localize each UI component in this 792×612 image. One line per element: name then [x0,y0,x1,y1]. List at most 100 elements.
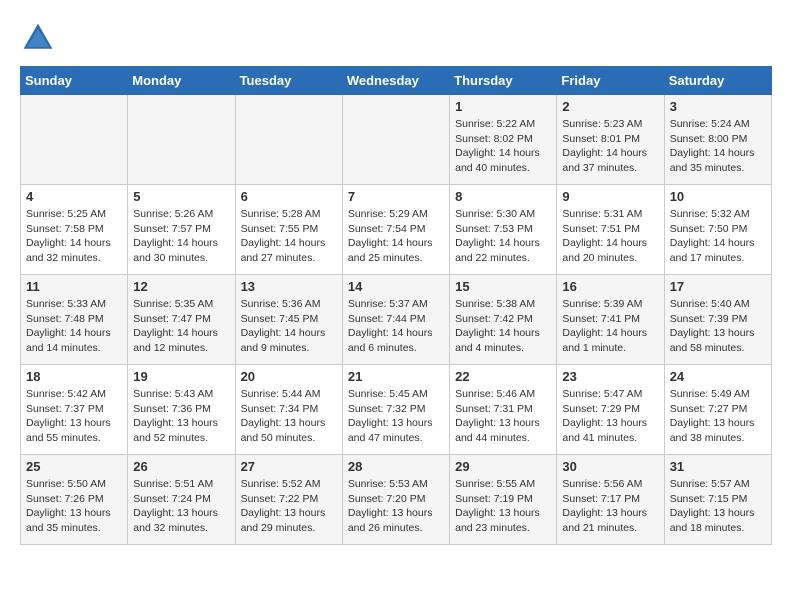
calendar-week-row: 11Sunrise: 5:33 AM Sunset: 7:48 PM Dayli… [21,275,772,365]
cell-content: Sunrise: 5:26 AM Sunset: 7:57 PM Dayligh… [133,207,229,266]
calendar-cell: 28 Sunrise: 5:53 AM Sunset: 7:20 PM Dayli… [342,455,449,545]
day-number: 28 [348,459,444,474]
day-header-tuesday: Tuesday [235,67,342,95]
day-number: 27 [241,459,337,474]
day-number: 1 [455,99,551,114]
calendar-cell: 29 Sunrise: 5:55 AM Sunset: 7:19 PM Dayli… [450,455,557,545]
calendar-cell: 16 Sunrise: 5:39 AM Sunset: 7:41 PM Dayli… [557,275,664,365]
cell-content: Sunrise: 5:35 AM Sunset: 7:47 PM Dayligh… [133,297,229,356]
calendar-cell: 26 Sunrise: 5:51 AM Sunset: 7:24 PM Dayli… [128,455,235,545]
day-number: 6 [241,189,337,204]
day-number: 29 [455,459,551,474]
calendar-week-row: 25 Sunrise: 5:50 AM Sunset: 7:26 PM Dayli… [21,455,772,545]
cell-content: Sunrise: 5:24 AM Sunset: 8:00 PM Dayligh… [670,117,766,176]
day-number: 14 [348,279,444,294]
calendar-table: SundayMondayTuesdayWednesdayThursdayFrid… [20,66,772,545]
day-number: 8 [455,189,551,204]
calendar-cell: 15 Sunrise: 5:38 AM Sunset: 7:42 PM Dayli… [450,275,557,365]
calendar-cell: 1Sunrise: 5:22 AM Sunset: 8:02 PM Daylig… [450,95,557,185]
calendar-cell: 3 Sunrise: 5:24 AM Sunset: 8:00 PM Daylig… [664,95,771,185]
day-number: 19 [133,369,229,384]
cell-content: Sunrise: 5:55 AM Sunset: 7:19 PM Dayligh… [455,477,551,536]
day-number: 7 [348,189,444,204]
day-number: 30 [562,459,658,474]
calendar-cell: 6 Sunrise: 5:28 AM Sunset: 7:55 PM Daylig… [235,185,342,275]
cell-content: Sunrise: 5:53 AM Sunset: 7:20 PM Dayligh… [348,477,444,536]
cell-content: Sunrise: 5:30 AM Sunset: 7:53 PM Dayligh… [455,207,551,266]
day-number: 9 [562,189,658,204]
day-header-saturday: Saturday [664,67,771,95]
cell-content: Sunrise: 5:47 AM Sunset: 7:29 PM Dayligh… [562,387,658,446]
calendar-cell: 21 Sunrise: 5:45 AM Sunset: 7:32 PM Dayli… [342,365,449,455]
calendar-cell: 2 Sunrise: 5:23 AM Sunset: 8:01 PM Daylig… [557,95,664,185]
day-header-thursday: Thursday [450,67,557,95]
day-number: 31 [670,459,766,474]
day-number: 3 [670,99,766,114]
calendar-cell: 25 Sunrise: 5:50 AM Sunset: 7:26 PM Dayli… [21,455,128,545]
calendar-cell: 18 Sunrise: 5:42 AM Sunset: 7:37 PM Dayli… [21,365,128,455]
cell-content: Sunrise: 5:28 AM Sunset: 7:55 PM Dayligh… [241,207,337,266]
day-number: 18 [26,369,122,384]
day-number: 15 [455,279,551,294]
cell-content: Sunrise: 5:51 AM Sunset: 7:24 PM Dayligh… [133,477,229,536]
day-number: 25 [26,459,122,474]
calendar-cell: 22Sunrise: 5:46 AM Sunset: 7:31 PM Dayli… [450,365,557,455]
day-number: 23 [562,369,658,384]
cell-content: Sunrise: 5:37 AM Sunset: 7:44 PM Dayligh… [348,297,444,356]
cell-content: Sunrise: 5:40 AM Sunset: 7:39 PM Dayligh… [670,297,766,356]
cell-content: Sunrise: 5:44 AM Sunset: 7:34 PM Dayligh… [241,387,337,446]
day-number: 20 [241,369,337,384]
calendar-cell [342,95,449,185]
day-number: 4 [26,189,122,204]
day-number: 24 [670,369,766,384]
cell-content: Sunrise: 5:25 AM Sunset: 7:58 PM Dayligh… [26,207,122,266]
logo-icon [20,20,56,56]
day-header-friday: Friday [557,67,664,95]
day-number: 5 [133,189,229,204]
calendar-cell: 4 Sunrise: 5:25 AM Sunset: 7:58 PM Daylig… [21,185,128,275]
calendar-cell: 14 Sunrise: 5:37 AM Sunset: 7:44 PM Dayli… [342,275,449,365]
calendar-cell: 9 Sunrise: 5:31 AM Sunset: 7:51 PM Daylig… [557,185,664,275]
calendar-cell [21,95,128,185]
day-header-monday: Monday [128,67,235,95]
cell-content: Sunrise: 5:38 AM Sunset: 7:42 PM Dayligh… [455,297,551,356]
calendar-week-row: 4 Sunrise: 5:25 AM Sunset: 7:58 PM Daylig… [21,185,772,275]
cell-content: Sunrise: 5:33 AM Sunset: 7:48 PM Dayligh… [26,297,122,356]
calendar-week-row: 1Sunrise: 5:22 AM Sunset: 8:02 PM Daylig… [21,95,772,185]
cell-content: Sunrise: 5:45 AM Sunset: 7:32 PM Dayligh… [348,387,444,446]
day-number: 16 [562,279,658,294]
cell-content: Sunrise: 5:52 AM Sunset: 7:22 PM Dayligh… [241,477,337,536]
day-number: 2 [562,99,658,114]
cell-content: Sunrise: 5:43 AM Sunset: 7:36 PM Dayligh… [133,387,229,446]
cell-content: Sunrise: 5:49 AM Sunset: 7:27 PM Dayligh… [670,387,766,446]
calendar-cell: 10 Sunrise: 5:32 AM Sunset: 7:50 PM Dayli… [664,185,771,275]
calendar-cell: 7 Sunrise: 5:29 AM Sunset: 7:54 PM Daylig… [342,185,449,275]
cell-content: Sunrise: 5:57 AM Sunset: 7:15 PM Dayligh… [670,477,766,536]
calendar-cell: 8 Sunrise: 5:30 AM Sunset: 7:53 PM Daylig… [450,185,557,275]
day-header-sunday: Sunday [21,67,128,95]
cell-content: Sunrise: 5:42 AM Sunset: 7:37 PM Dayligh… [26,387,122,446]
calendar-cell: 12Sunrise: 5:35 AM Sunset: 7:47 PM Dayli… [128,275,235,365]
logo [20,20,60,56]
day-number: 10 [670,189,766,204]
day-number: 21 [348,369,444,384]
calendar-cell: 19 Sunrise: 5:43 AM Sunset: 7:36 PM Dayli… [128,365,235,455]
calendar-cell [235,95,342,185]
cell-content: Sunrise: 5:56 AM Sunset: 7:17 PM Dayligh… [562,477,658,536]
day-number: 26 [133,459,229,474]
calendar-week-row: 18 Sunrise: 5:42 AM Sunset: 7:37 PM Dayli… [21,365,772,455]
calendar-header-row: SundayMondayTuesdayWednesdayThursdayFrid… [21,67,772,95]
cell-content: Sunrise: 5:23 AM Sunset: 8:01 PM Dayligh… [562,117,658,176]
cell-content: Sunrise: 5:36 AM Sunset: 7:45 PM Dayligh… [241,297,337,356]
cell-content: Sunrise: 5:32 AM Sunset: 7:50 PM Dayligh… [670,207,766,266]
calendar-cell: 31 Sunrise: 5:57 AM Sunset: 7:15 PM Dayli… [664,455,771,545]
cell-content: Sunrise: 5:31 AM Sunset: 7:51 PM Dayligh… [562,207,658,266]
calendar-cell [128,95,235,185]
cell-content: Sunrise: 5:50 AM Sunset: 7:26 PM Dayligh… [26,477,122,536]
day-header-wednesday: Wednesday [342,67,449,95]
cell-content: Sunrise: 5:39 AM Sunset: 7:41 PM Dayligh… [562,297,658,356]
calendar-cell: 27 Sunrise: 5:52 AM Sunset: 7:22 PM Dayli… [235,455,342,545]
calendar-cell: 13Sunrise: 5:36 AM Sunset: 7:45 PM Dayli… [235,275,342,365]
cell-content: Sunrise: 5:29 AM Sunset: 7:54 PM Dayligh… [348,207,444,266]
cell-content: Sunrise: 5:46 AM Sunset: 7:31 PM Dayligh… [455,387,551,446]
